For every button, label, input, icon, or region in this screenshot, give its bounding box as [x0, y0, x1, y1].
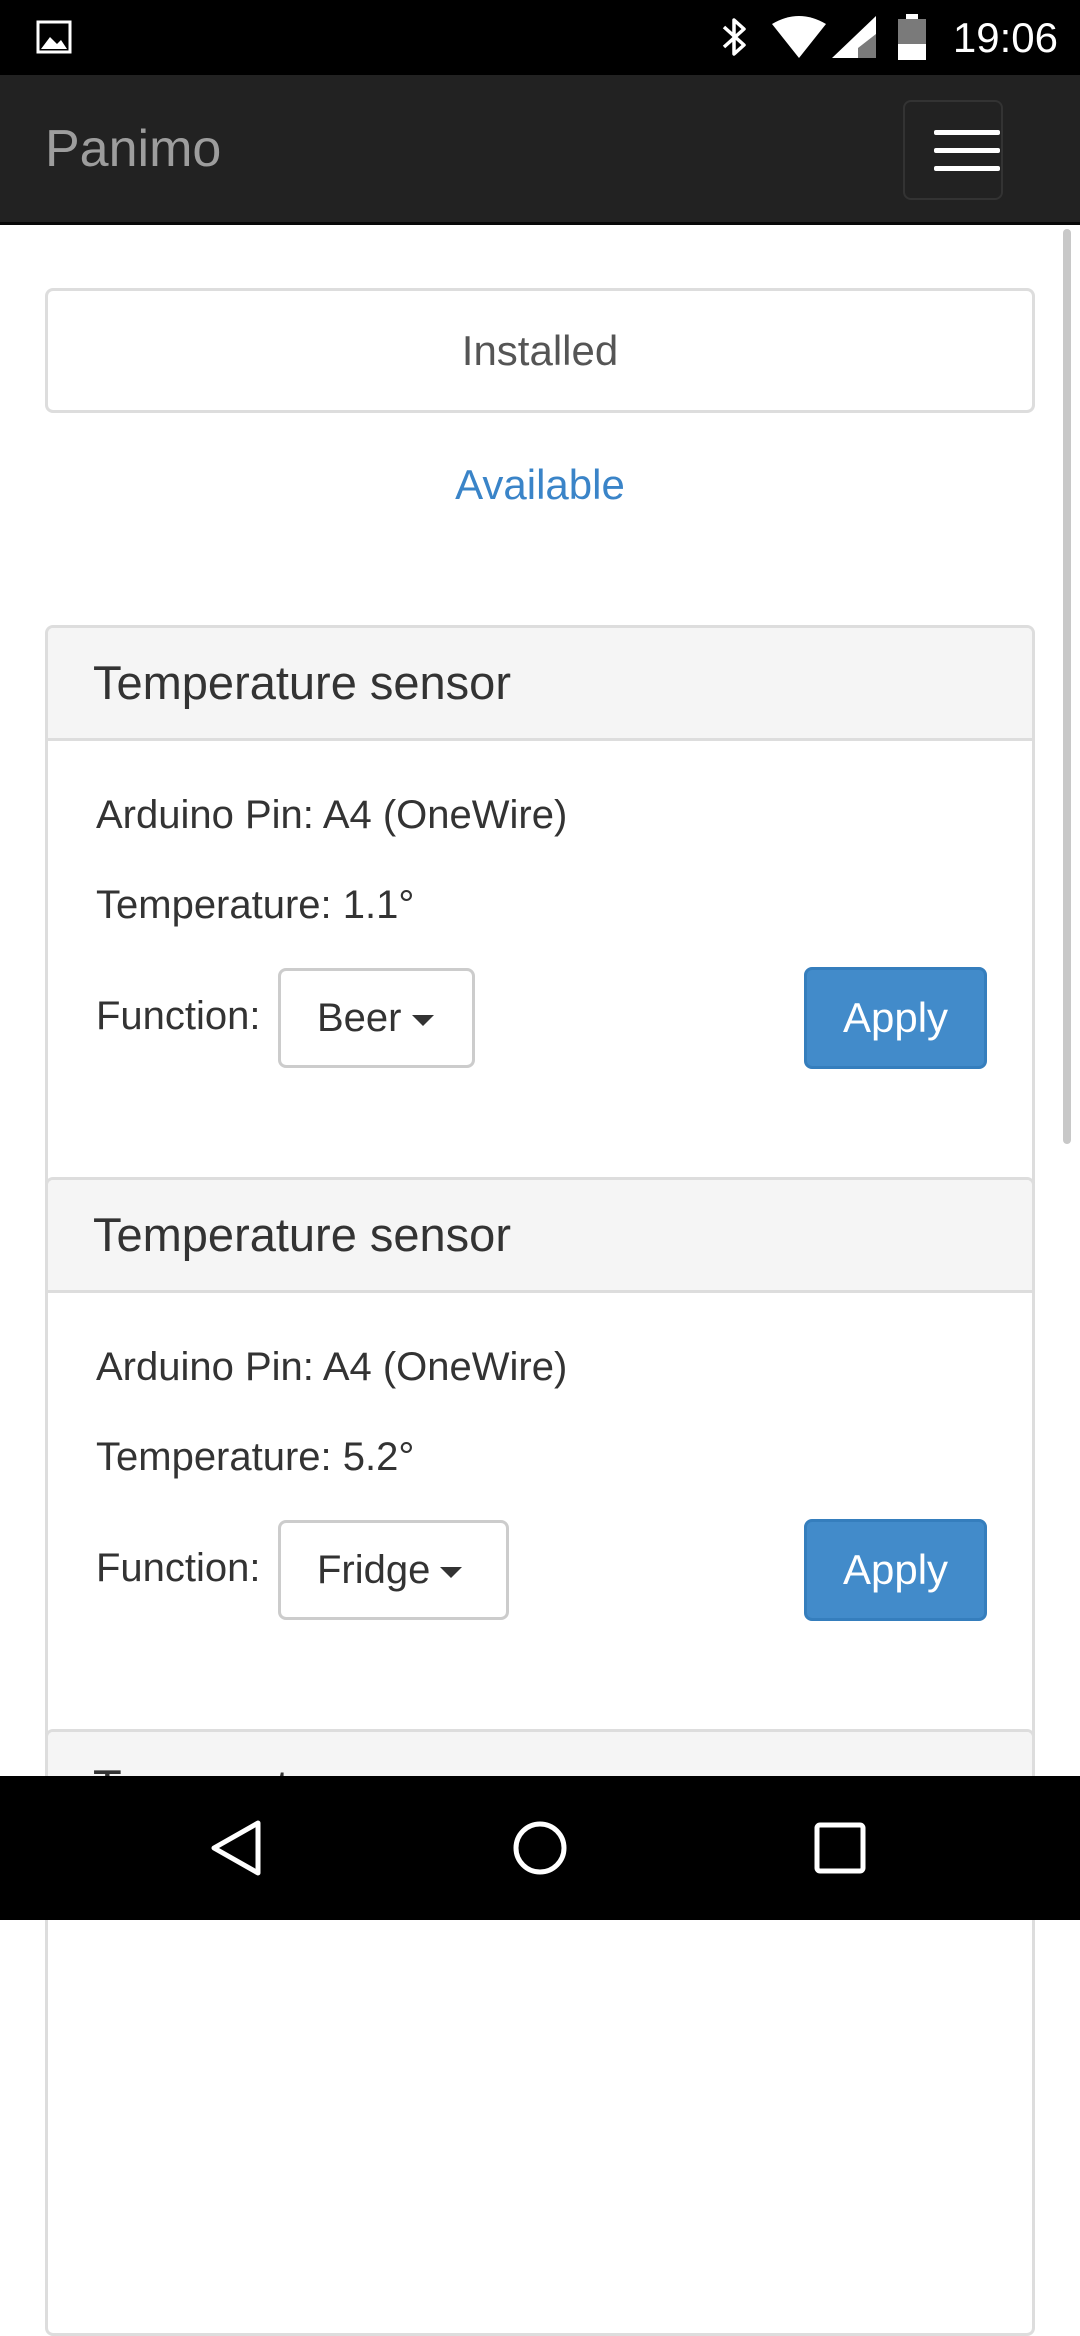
- status-clock: 19:06: [952, 14, 1058, 61]
- caret-down-icon: [411, 1014, 434, 1026]
- function-select-value: Fridge: [317, 1548, 431, 1592]
- panel-title: Temperature sensor: [48, 1180, 1032, 1293]
- system-navigation-bar: [0, 1776, 1080, 1920]
- bluetooth-icon: [718, 14, 752, 65]
- panel-title: Temperature sensor: [48, 628, 1032, 741]
- recents-icon[interactable]: [812, 1820, 868, 1881]
- tab-available[interactable]: Available: [45, 440, 1035, 530]
- apply-button[interactable]: Apply: [804, 1519, 987, 1621]
- signal-icon: [832, 16, 876, 63]
- apply-button[interactable]: Apply: [804, 967, 987, 1069]
- function-select[interactable]: Beer: [278, 968, 475, 1068]
- function-select-value: Beer: [317, 996, 402, 1040]
- back-icon[interactable]: [208, 1818, 264, 1883]
- sensor-panel: Temperature sensor Arduino Pin: A4 (OneW…: [45, 1177, 1035, 1784]
- page-scrollbar[interactable]: [1063, 229, 1071, 1144]
- arduino-pin-text: Arduino Pin: A4 (OneWire): [96, 793, 568, 837]
- function-select[interactable]: Fridge: [278, 1520, 509, 1620]
- caret-down-icon: [440, 1566, 463, 1578]
- wifi-icon: [772, 16, 826, 63]
- status-bar: 19:06: [0, 0, 1080, 75]
- tab-installed[interactable]: Installed: [45, 288, 1035, 413]
- arduino-pin-text: Arduino Pin: A4 (OneWire): [96, 1345, 568, 1389]
- gallery-icon: [36, 20, 72, 59]
- menu-toggle-button[interactable]: [903, 100, 1003, 200]
- function-label: Function:: [96, 1546, 261, 1590]
- function-label: Function:: [96, 994, 261, 1038]
- home-icon[interactable]: [508, 1818, 572, 1883]
- temperature-text: Temperature: 1.1°: [96, 883, 415, 927]
- sensor-panel: Temperature sensor Arduino Pin: A4 (OneW…: [45, 625, 1035, 1232]
- temperature-text: Temperature: 5.2°: [96, 1435, 415, 1479]
- brand-link[interactable]: Panimo: [45, 118, 221, 180]
- battery-icon: [898, 14, 926, 65]
- navbar: Panimo: [0, 75, 1080, 225]
